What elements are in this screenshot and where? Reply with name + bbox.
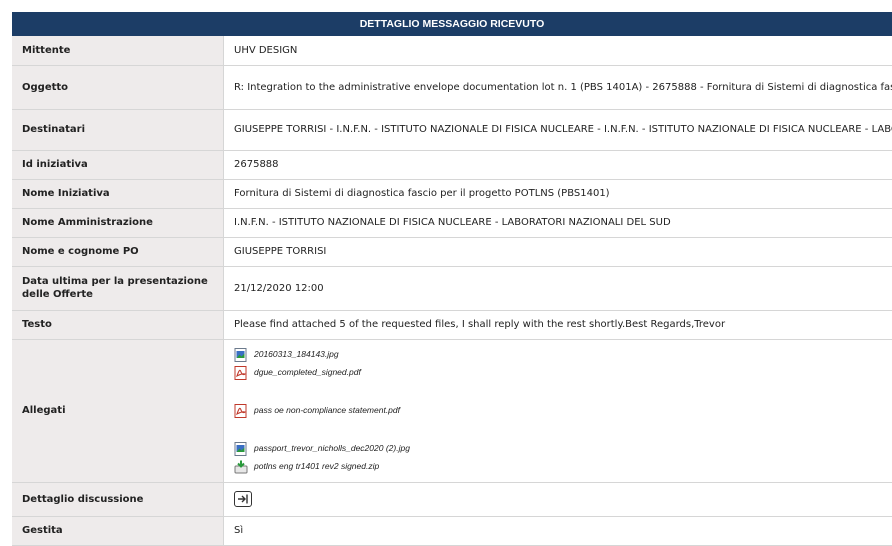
row-nome-iniziativa: Nome Iniziativa Fornitura di Sistemi di … — [12, 179, 892, 208]
attachment-item[interactable]: passport_trevor_nicholls_dec2020 (2).jpg — [234, 440, 882, 458]
value-oggetto: R: Integration to the administrative env… — [234, 81, 892, 94]
detail-table: Mittente UHV DESIGN Oggetto R: Integrati… — [12, 36, 892, 546]
row-testo: Testo Please find attached 5 of the requ… — [12, 310, 892, 339]
value-destinatari: GIUSEPPE TORRISI - I.N.F.N. - ISTITUTO N… — [234, 123, 892, 136]
attachment-name: passport_trevor_nicholls_dec2020 (2).jpg — [254, 442, 410, 455]
enter-discussion-icon — [237, 494, 249, 504]
row-id-iniziativa: Id iniziativa 2675888 — [12, 150, 892, 179]
label-id-iniziativa: Id iniziativa — [12, 150, 224, 179]
label-gestita: Gestita — [12, 516, 224, 545]
label-allegati: Allegati — [12, 339, 224, 482]
label-dettaglio-discussione: Dettaglio discussione — [12, 482, 224, 516]
pdf-file-icon — [234, 404, 248, 418]
panel-title: DETTAGLIO MESSAGGIO RICEVUTO — [12, 12, 892, 36]
value-nome-iniziativa: Fornitura di Sistemi di diagnostica fasc… — [224, 179, 892, 208]
value-id-iniziativa: 2675888 — [224, 150, 892, 179]
label-destinatari: Destinatari — [12, 109, 224, 150]
image-file-icon — [234, 442, 248, 456]
row-nome-amministrazione: Nome Amministrazione I.N.F.N. - ISTITUTO… — [12, 208, 892, 237]
attachments-list: 20160313_184143.jpg dgue_completed_signe… — [224, 339, 892, 482]
row-gestita: Gestita Sì — [12, 516, 892, 545]
row-oggetto: Oggetto R: Integration to the administra… — [12, 65, 892, 109]
pdf-file-icon — [234, 366, 248, 380]
attachment-item[interactable]: 20160313_184143.jpg — [234, 346, 882, 364]
image-file-icon — [234, 348, 248, 362]
label-nome-amministrazione: Nome Amministrazione — [12, 208, 224, 237]
row-allegati: Allegati 20160313_184143.jpg dgue_comple… — [12, 339, 892, 482]
row-data-ultima: Data ultima per la presentazione delle O… — [12, 266, 892, 310]
enter-discussion-button[interactable] — [234, 491, 252, 507]
label-testo: Testo — [12, 310, 224, 339]
row-nome-po: Nome e cognome PO GIUSEPPE TORRISI — [12, 237, 892, 266]
label-nome-po: Nome e cognome PO — [12, 237, 224, 266]
value-data-ultima: 21/12/2020 12:00 — [224, 266, 892, 310]
label-nome-iniziativa: Nome Iniziativa — [12, 179, 224, 208]
attachment-name: pass oe non-compliance statement.pdf — [254, 404, 400, 417]
attachment-name: potlns eng tr1401 rev2 signed.zip — [254, 460, 379, 473]
value-nome-amministrazione: I.N.F.N. - ISTITUTO NAZIONALE DI FISICA … — [224, 208, 892, 237]
label-mittente: Mittente — [12, 36, 224, 65]
label-oggetto: Oggetto — [12, 65, 224, 109]
zip-file-icon — [234, 460, 248, 474]
label-data-ultima: Data ultima per la presentazione delle O… — [12, 266, 224, 310]
row-dettaglio-discussione: Dettaglio discussione — [12, 482, 892, 516]
attachment-item[interactable]: potlns eng tr1401 rev2 signed.zip — [234, 458, 882, 476]
value-nome-po: GIUSEPPE TORRISI — [224, 237, 892, 266]
message-detail-panel: DETTAGLIO MESSAGGIO RICEVUTO Mittente UH… — [12, 12, 892, 546]
attachment-item[interactable]: dgue_completed_signed.pdf — [234, 364, 882, 382]
attachment-name: 20160313_184143.jpg — [254, 348, 339, 361]
value-testo: Please find attached 5 of the requested … — [224, 310, 892, 339]
row-mittente: Mittente UHV DESIGN — [12, 36, 892, 65]
row-destinatari: Destinatari GIUSEPPE TORRISI - I.N.F.N. … — [12, 109, 892, 150]
attachment-name: dgue_completed_signed.pdf — [254, 366, 361, 379]
value-gestita: Sì — [224, 516, 892, 545]
value-mittente: UHV DESIGN — [224, 36, 892, 65]
attachment-item[interactable]: pass oe non-compliance statement.pdf — [234, 402, 882, 420]
